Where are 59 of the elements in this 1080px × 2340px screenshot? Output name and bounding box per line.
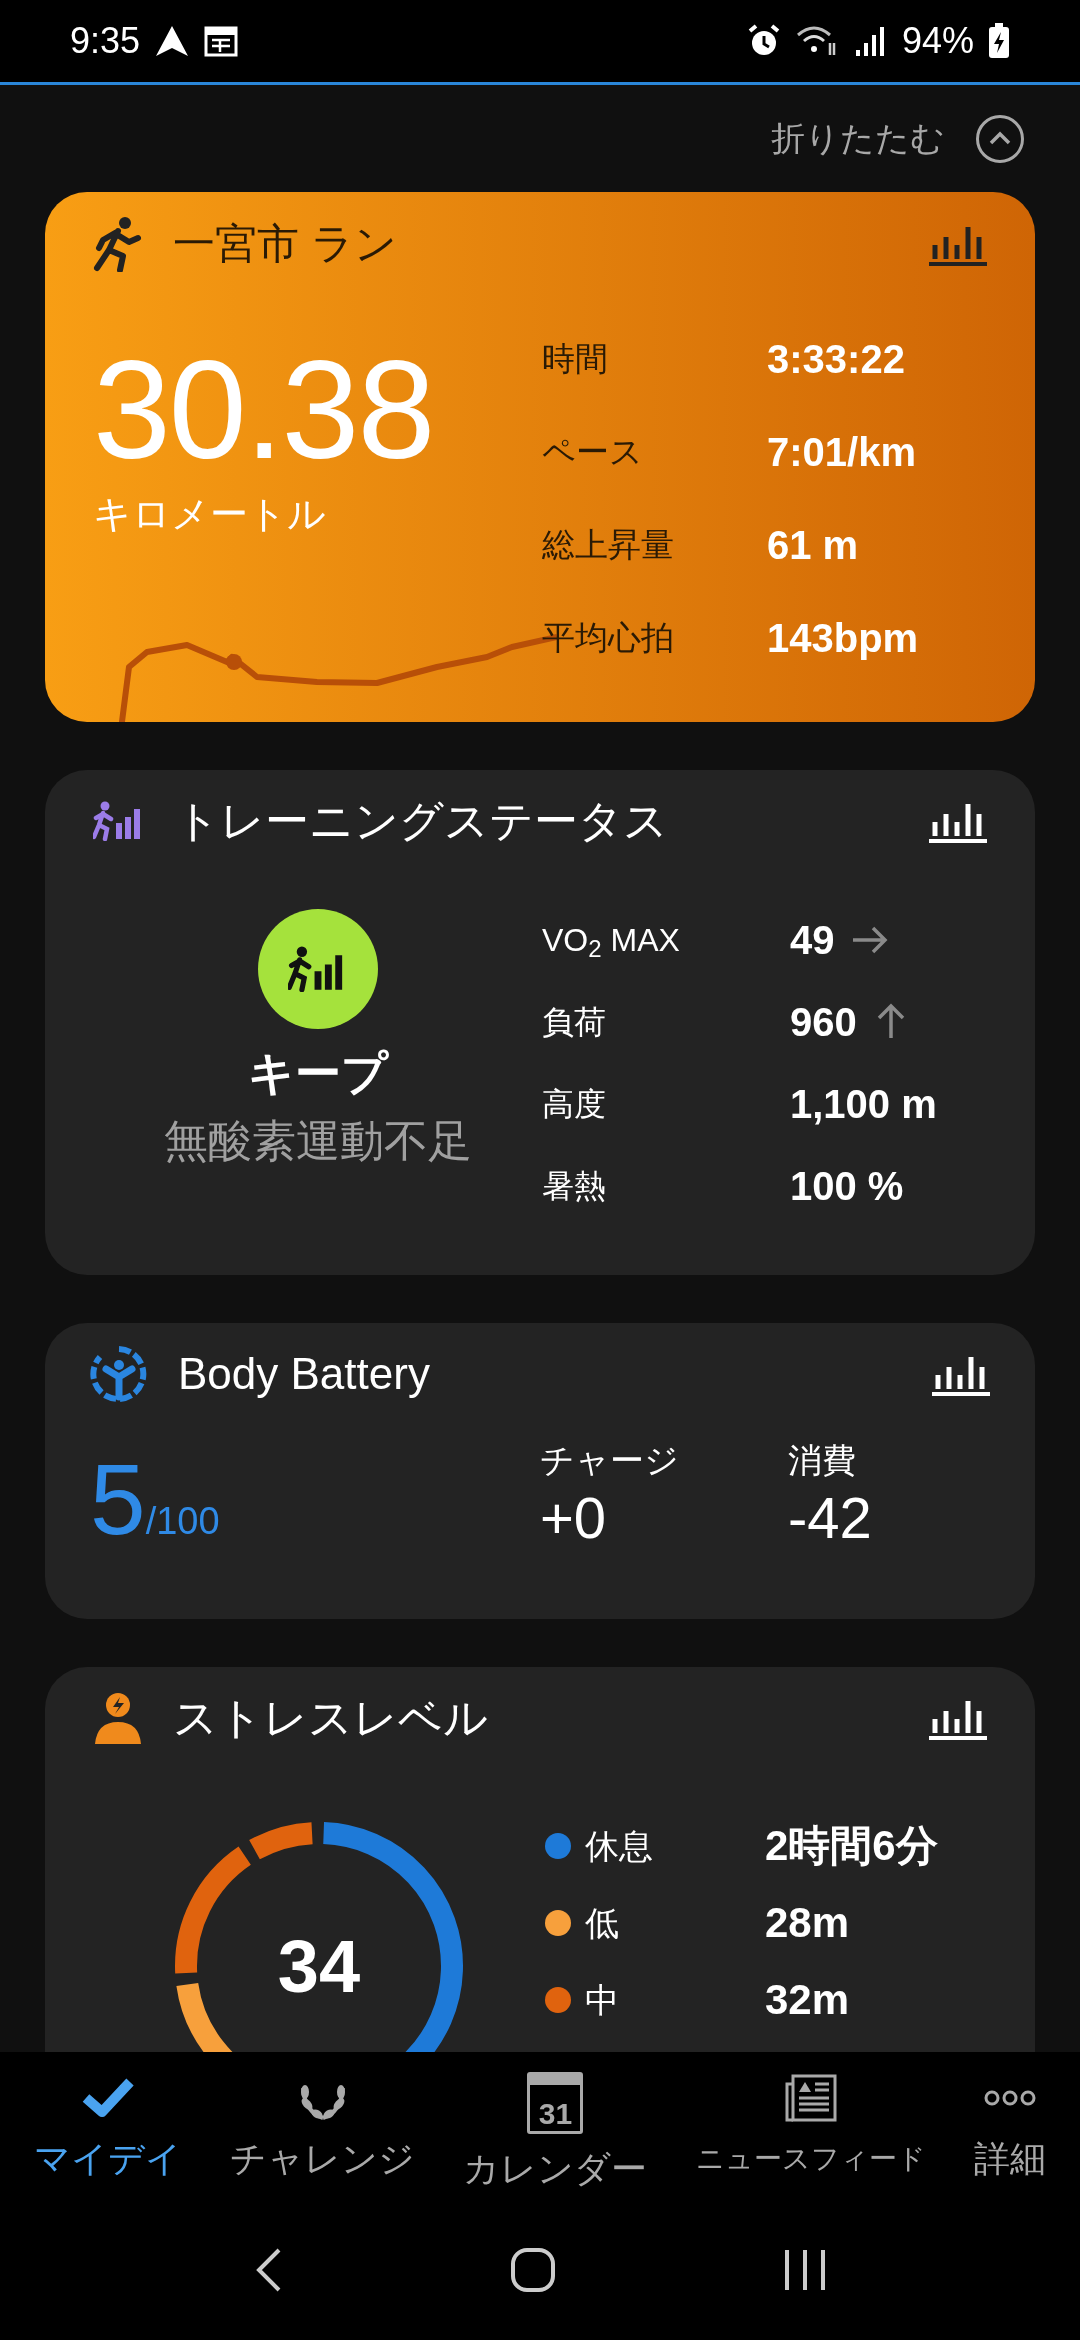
activity-title: 一宮市 ラン bbox=[173, 219, 397, 269]
stat-label: 平均心拍 bbox=[542, 618, 675, 658]
nav-tab[interactable]: カレンダー bbox=[463, 2142, 648, 2196]
nav-tab[interactable]: マイデイ bbox=[34, 2132, 183, 2186]
legend-label: 低 bbox=[585, 1903, 619, 1944]
status-time: 9:35 bbox=[70, 19, 141, 63]
distance-unit: キロメートル bbox=[93, 492, 327, 537]
stat-value: 1,100 m bbox=[790, 1081, 937, 1128]
chevron-up-icon[interactable] bbox=[975, 113, 1025, 164]
stat-label: ペース bbox=[542, 432, 644, 472]
stat-label: 負荷 bbox=[542, 1003, 607, 1042]
stat-value: 960 bbox=[790, 999, 857, 1046]
stress-card[interactable]: ストレスレベル 34 休息 2時間6分 低 28m 中 32m bbox=[45, 1667, 1035, 2052]
drained-label: 消費 bbox=[788, 1440, 857, 1481]
card-title: トレーニングステータス bbox=[175, 795, 668, 847]
stat-label: 暑熱 bbox=[542, 1167, 607, 1206]
stat-label: 総上昇量 bbox=[542, 525, 675, 565]
drained-value: -42 bbox=[788, 1486, 872, 1550]
legend-label: 中 bbox=[585, 1980, 619, 2021]
stat-value: 100 % bbox=[790, 1163, 904, 1210]
recent-apps-icon[interactable] bbox=[782, 2248, 827, 2292]
status-feedback: 無酸素運動不足 bbox=[163, 1115, 472, 1167]
stat-value: 61 m bbox=[767, 522, 860, 569]
battery-percent: 94% bbox=[901, 19, 974, 63]
legend-value: 2時間6分 bbox=[765, 1821, 938, 1871]
battery-value: 5 bbox=[90, 1448, 146, 1549]
card-title: Body Battery bbox=[178, 1348, 430, 1400]
distance-value: 30.38 bbox=[93, 340, 435, 480]
status-label: キープ bbox=[247, 1046, 388, 1101]
charged-label: チャージ bbox=[540, 1440, 680, 1481]
calendar-icon bbox=[204, 25, 239, 57]
nav-tab[interactable]: 詳細 bbox=[973, 2132, 1046, 2186]
stat-value: 143bpm bbox=[767, 615, 919, 662]
card-title: ストレスレベル bbox=[173, 1692, 488, 1744]
legend-label: 休息 bbox=[585, 1826, 653, 1867]
charged-value: +0 bbox=[540, 1486, 608, 1550]
calendar-icon[interactable]: 31 bbox=[527, 2072, 584, 2134]
nav-tab[interactable]: ニュースフィード bbox=[695, 2132, 926, 2186]
nav-tab[interactable]: チャレンジ bbox=[230, 2132, 416, 2186]
stat-value: 7:01/km bbox=[767, 429, 917, 476]
stat-value: 49 bbox=[790, 917, 835, 964]
running-person-icon bbox=[93, 215, 143, 272]
body-battery-card[interactable]: Body Battery 5/100 チャージ +0 消費 -42 bbox=[45, 1323, 1035, 1619]
battery-charging-icon bbox=[988, 23, 1010, 59]
stress-value: 34 bbox=[277, 1923, 361, 2010]
stat-label: 時間 bbox=[542, 339, 609, 379]
navigation-arrow-icon bbox=[154, 24, 191, 58]
stat-value: 3:33:22 bbox=[767, 336, 906, 383]
legend-value: 32m bbox=[765, 1975, 851, 2025]
activity-card[interactable]: 一宮市 ラン 30.38 キロメートル 時間 3:33:22 ペース 7:01/km 総上昇量 61 m 平均心拍 143bpm bbox=[45, 192, 1035, 722]
body-battery-icon bbox=[90, 1345, 148, 1403]
stat-label: VO$_{2}$ MAX bbox=[542, 921, 681, 964]
stat-label: 高度 bbox=[542, 1085, 607, 1124]
training-status-card[interactable]: トレーニングステータス キープ 無酸素運動不足 VO$_{2}$ MAX 49 負荷 960 高度 1,100 m 暑熱 100 % bbox=[45, 770, 1035, 1275]
stressed-person-icon bbox=[93, 1692, 143, 1744]
battery-max: /100 bbox=[145, 1499, 220, 1544]
collapse-label[interactable]: 折りたたむ bbox=[771, 113, 945, 164]
home-icon[interactable] bbox=[510, 2247, 556, 2293]
legend-value: 28m bbox=[765, 1898, 851, 1948]
